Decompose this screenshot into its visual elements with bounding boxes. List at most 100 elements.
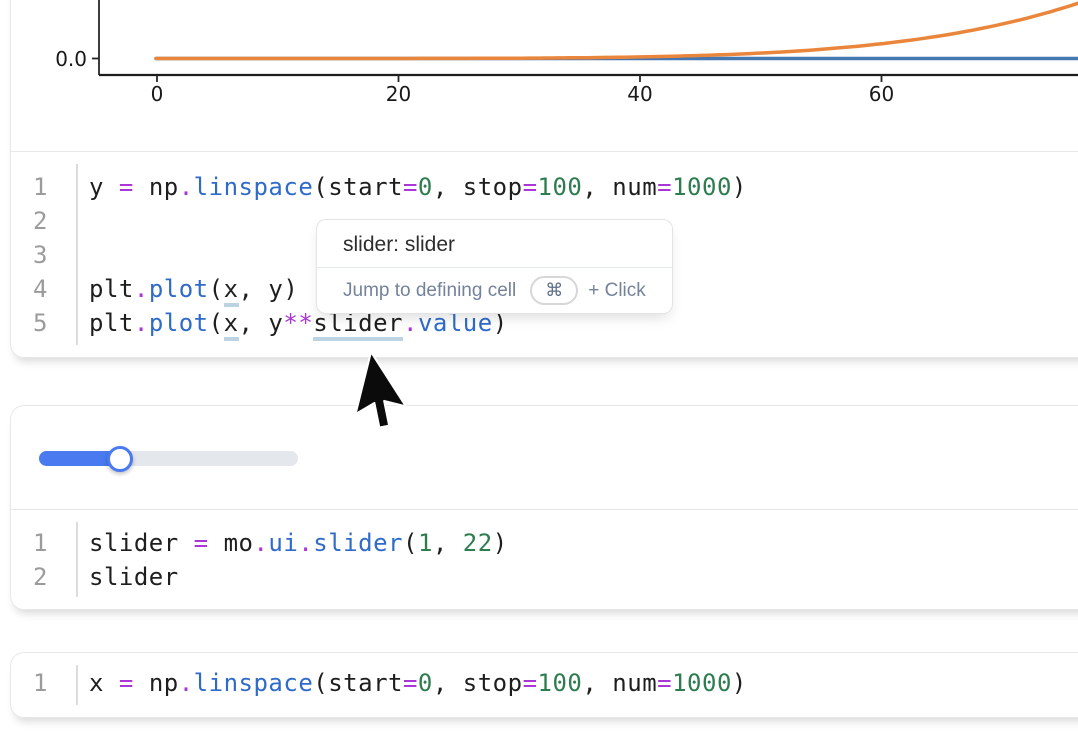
code-token[interactable]: .	[134, 309, 149, 337]
code-token[interactable]: y	[89, 173, 104, 201]
code-token[interactable]: (	[209, 275, 224, 303]
code-token[interactable]: ,	[582, 669, 597, 697]
code-token[interactable]: num	[612, 173, 657, 201]
code-token[interactable]: ,	[239, 309, 254, 337]
code-token[interactable]: linspace	[194, 669, 314, 697]
code-token[interactable]: ,	[582, 173, 597, 201]
code-lines[interactable]: slider = mo.ui.slider(1, 22)slider	[76, 526, 508, 609]
code-token[interactable]: )	[493, 529, 508, 557]
code-token[interactable]: slider	[89, 529, 179, 557]
code-token[interactable]: (	[313, 173, 328, 201]
code-token[interactable]: np	[149, 173, 179, 201]
code-token[interactable]: =	[523, 669, 538, 697]
code-lines[interactable]: x = np.linspace(start=0, stop=100, num=1…	[76, 666, 747, 717]
slider-thumb[interactable]	[107, 446, 133, 472]
code-token[interactable]: (	[403, 529, 418, 557]
code-token[interactable]	[597, 173, 612, 201]
cell-x: 1x = np.linspace(start=0, stop=100, num=…	[10, 652, 1078, 718]
code-token[interactable]: )	[732, 173, 747, 201]
code-token[interactable]: =	[119, 669, 134, 697]
code-token[interactable]: plt	[89, 275, 134, 303]
code-token[interactable]: start	[328, 669, 403, 697]
code-token[interactable]	[253, 309, 268, 337]
code-token[interactable]	[134, 669, 149, 697]
code-token[interactable]: 1	[418, 529, 433, 557]
code-token[interactable]	[448, 529, 463, 557]
tooltip-title: slider: slider	[343, 233, 646, 257]
code-token[interactable]: num	[612, 669, 657, 697]
code-token[interactable]	[104, 173, 119, 201]
code-token[interactable]	[179, 529, 194, 557]
code-token[interactable]: **	[283, 309, 313, 337]
code-line[interactable]: slider	[89, 560, 508, 594]
code-token[interactable]	[448, 669, 463, 697]
code-token[interactable]	[134, 173, 149, 201]
code-line[interactable]: y = np.linspace(start=0, stop=100, num=1…	[89, 170, 747, 204]
code-token[interactable]: stop	[463, 669, 523, 697]
code-token[interactable]: ,	[433, 669, 448, 697]
code-token[interactable]: 100	[538, 669, 583, 697]
code-token[interactable]: mo	[224, 529, 254, 557]
line-number: 4	[11, 272, 48, 306]
code-token[interactable]: )	[283, 275, 298, 303]
slider-track[interactable]	[39, 451, 298, 466]
series-orange-curve	[156, 0, 1078, 59]
code-token[interactable]: .	[179, 669, 194, 697]
line-number: 3	[11, 238, 48, 272]
code-token[interactable]: plot	[149, 275, 209, 303]
code-token[interactable]	[448, 173, 463, 201]
code-line[interactable]: x = np.linspace(start=0, stop=100, num=1…	[89, 666, 747, 700]
code-token[interactable]: stop	[463, 173, 523, 201]
code-token[interactable]: y	[268, 275, 283, 303]
code-token[interactable]: 22	[463, 529, 493, 557]
code-token[interactable]: .	[179, 173, 194, 201]
code-token[interactable]: x	[224, 275, 239, 307]
code-token[interactable]	[209, 529, 224, 557]
code-token[interactable]: (	[313, 669, 328, 697]
line-number: 2	[11, 560, 48, 594]
code-editor-x[interactable]: 1x = np.linspace(start=0, stop=100, num=…	[11, 653, 1078, 717]
code-token[interactable]	[597, 669, 612, 697]
code-token[interactable]: =	[403, 669, 418, 697]
code-token[interactable]: plt	[89, 309, 134, 337]
code-token[interactable]: =	[403, 173, 418, 201]
code-token[interactable]: 0	[418, 669, 433, 697]
code-token[interactable]: .	[253, 529, 268, 557]
code-token[interactable]: =	[194, 529, 209, 557]
code-token[interactable]: 0	[418, 173, 433, 201]
code-token[interactable]: ui	[268, 529, 298, 557]
code-editor-slider[interactable]: 12slider = mo.ui.slider(1, 22)slider	[11, 510, 1078, 609]
code-token[interactable]: x	[89, 669, 104, 697]
code-token[interactable]	[253, 275, 268, 303]
code-token[interactable]: ,	[239, 275, 254, 303]
code-token[interactable]: start	[328, 173, 403, 201]
code-token[interactable]: x	[224, 309, 239, 341]
code-token[interactable]	[104, 669, 119, 697]
code-token[interactable]: ,	[433, 173, 448, 201]
cmd-key-icon: ⌘	[530, 276, 578, 305]
code-token[interactable]: =	[657, 173, 672, 201]
code-token[interactable]: =	[657, 669, 672, 697]
code-token[interactable]: 1000	[672, 173, 732, 201]
code-token[interactable]: =	[119, 173, 134, 201]
code-token[interactable]: (	[209, 309, 224, 337]
code-token[interactable]: np	[149, 669, 179, 697]
code-token[interactable]: slider	[89, 563, 179, 591]
slider-output	[11, 406, 1078, 510]
code-token[interactable]: slider	[313, 529, 403, 557]
code-token[interactable]: 100	[538, 173, 583, 201]
code-token[interactable]: =	[523, 173, 538, 201]
code-token[interactable]: .	[298, 529, 313, 557]
code-token[interactable]: .	[134, 275, 149, 303]
x-tick-label: 40	[627, 82, 652, 106]
code-token[interactable]: )	[732, 669, 747, 697]
code-token[interactable]: 1000	[672, 669, 732, 697]
tooltip-key-suffix: + Click	[588, 280, 646, 302]
line-number-gutter: 12345	[11, 170, 76, 357]
code-token[interactable]: plot	[149, 309, 209, 337]
code-line[interactable]: slider = mo.ui.slider(1, 22)	[89, 526, 508, 560]
code-token[interactable]: y	[268, 309, 283, 337]
code-token[interactable]: ,	[433, 529, 448, 557]
code-token[interactable]: linspace	[194, 173, 314, 201]
y-tick-label: 0.0	[55, 47, 87, 71]
